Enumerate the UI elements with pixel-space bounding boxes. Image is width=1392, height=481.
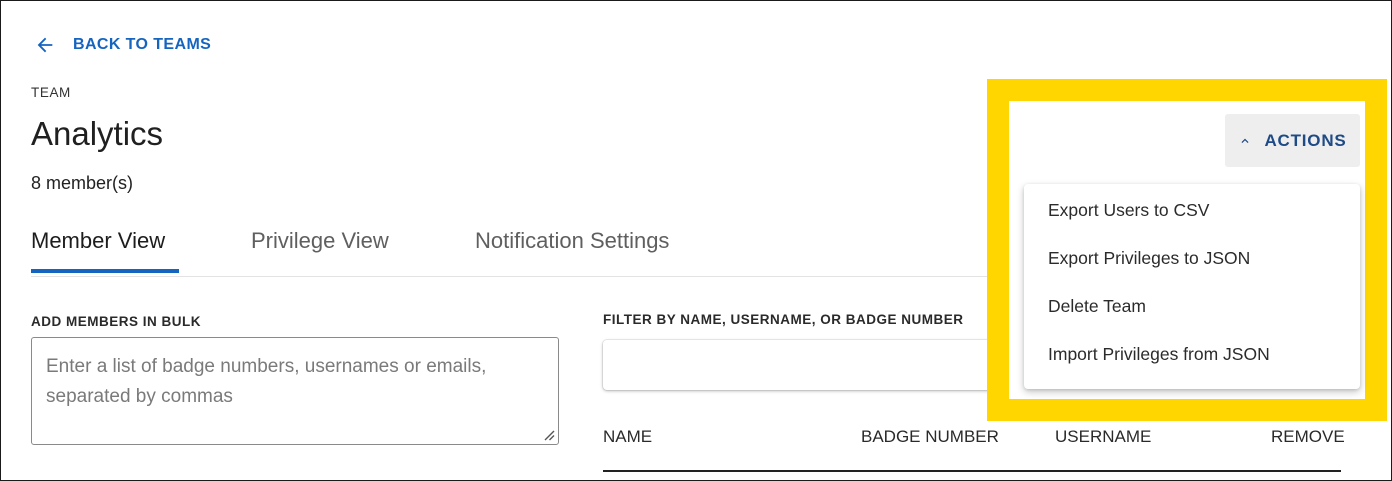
- actions-button-label: ACTIONS: [1264, 130, 1347, 150]
- chevron-up-icon: [1241, 138, 1249, 143]
- tab-notification-settings[interactable]: Notification Settings: [475, 228, 669, 254]
- member-count: 8 member(s): [31, 173, 134, 193]
- tab-divider: [31, 276, 1011, 277]
- column-header-name[interactable]: NAME: [603, 427, 652, 447]
- menu-item-import-privileges-json[interactable]: Import Privileges from JSON: [1048, 344, 1270, 365]
- resize-grip-icon[interactable]: [543, 429, 555, 441]
- active-tab-indicator: [31, 269, 179, 273]
- actions-button[interactable]: ACTIONS: [1225, 114, 1360, 167]
- filter-input[interactable]: [603, 340, 1027, 390]
- back-to-teams-label: BACK TO TEAMS: [73, 36, 212, 53]
- menu-item-delete-team[interactable]: Delete Team: [1048, 296, 1146, 317]
- back-to-teams-link[interactable]: BACK TO TEAMS: [34, 33, 211, 57]
- bulk-add-input[interactable]: [31, 337, 559, 445]
- column-header-username[interactable]: USERNAME: [1055, 427, 1151, 447]
- tab-member-view[interactable]: Member View: [31, 228, 165, 254]
- arrow-left-icon: [37, 37, 53, 53]
- menu-item-export-privileges-json[interactable]: Export Privileges to JSON: [1048, 248, 1250, 269]
- table-header-divider: [603, 470, 1341, 472]
- page-title: Analytics: [31, 115, 164, 152]
- column-header-remove: REMOVE: [1271, 427, 1345, 446]
- team-page: BACK TO TEAMS TEAM Analytics 8 member(s)…: [0, 0, 1392, 481]
- tab-privilege-view[interactable]: Privilege View: [251, 228, 389, 254]
- column-header-badge-number[interactable]: BADGE NUMBER: [861, 427, 999, 447]
- actions-menu: Export Users to CSV Export Privileges to…: [1024, 184, 1360, 389]
- filter-label: FILTER BY NAME, USERNAME, OR BADGE NUMBE…: [603, 312, 964, 327]
- bulk-add-label: ADD MEMBERS IN BULK: [31, 314, 201, 329]
- team-label: TEAM: [31, 85, 71, 100]
- menu-item-export-users-csv[interactable]: Export Users to CSV: [1048, 200, 1209, 221]
